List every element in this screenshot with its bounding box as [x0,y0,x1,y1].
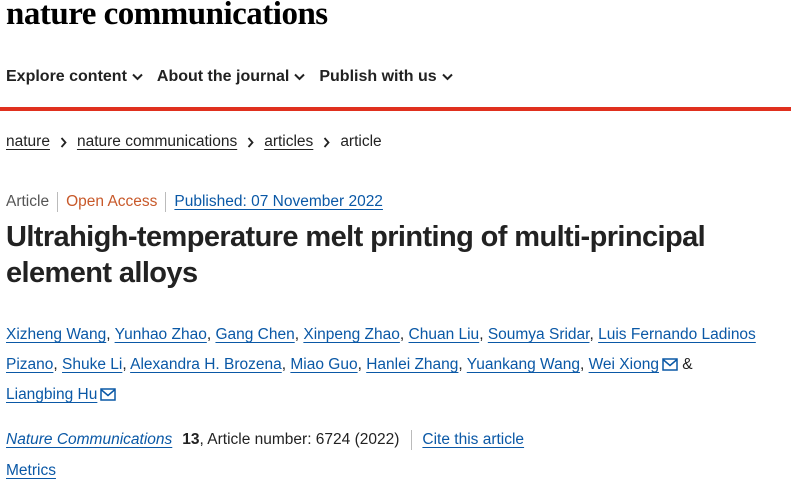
author-link[interactable]: Yunhao Zhao [115,326,207,343]
author-link[interactable]: Wei Xiong [589,356,659,373]
breadcrumb: nature nature communications articles ar… [6,133,382,151]
chevron-right-icon [60,136,67,148]
chevron-down-icon [132,73,143,81]
author-link[interactable]: Shuke Li [62,356,122,373]
header-divider [0,107,791,111]
nav-item-label: Publish with us [319,68,437,85]
breadcrumb-nature[interactable]: nature [6,133,50,151]
cite-divider [411,430,413,450]
meta-divider [57,192,59,212]
author-link[interactable]: Xinpeng Zhao [303,326,400,343]
author-link[interactable]: Yuankang Wang [467,356,580,373]
article-title: Ultrahigh-temperature melt printing of m… [6,221,706,289]
citation-line: Nature Communications 13 , Article numbe… [6,430,524,450]
article-type: Article [6,193,50,210]
author-link[interactable]: Chuan Liu [409,326,480,343]
author-link[interactable]: Soumya Sridar [488,326,590,343]
author-link[interactable]: Alexandra H. Brozena [130,356,282,373]
open-access-label: Open Access [66,193,158,210]
breadcrumb-articles[interactable]: articles [264,133,313,151]
author-link[interactable]: Xizheng Wang [6,326,106,343]
author-link[interactable]: Liangbing Hu [6,386,97,403]
meta-divider [165,192,167,212]
author-joiner: & [682,356,693,373]
chevron-down-icon [441,73,453,81]
nav-about-journal[interactable]: About the journal [156,68,306,86]
breadcrumb-nature-communications[interactable]: nature communications [77,133,237,151]
author-link[interactable]: Hanlei Zhang [366,356,458,373]
mail-icon[interactable] [100,388,117,401]
mail-icon[interactable] [662,358,678,371]
nav-explore-content[interactable]: Explore content [6,68,143,86]
chevron-down-icon [294,73,306,81]
metrics-link[interactable]: Metrics [6,462,56,480]
cite-this-article-link[interactable]: Cite this article [422,431,524,449]
volume-number: 13 [182,431,200,448]
article-number: , Article number: 6724 (2022) [199,431,400,448]
author-list: Xizheng Wang, Yunhao Zhao, Gang Chen, Xi… [6,326,756,403]
published-date-link[interactable]: Published: 07 November 2022 [174,193,383,211]
author-link[interactable]: Gang Chen [215,326,294,343]
nav-item-label: About the journal [156,68,290,85]
nav-item-label: Explore content [6,68,127,85]
author-link[interactable]: Miao Guo [290,356,357,373]
chevron-right-icon [247,136,254,148]
nav-publish-with-us[interactable]: Publish with us [319,68,453,86]
site-logo[interactable]: nature communications [6,0,328,33]
journal-link[interactable]: Nature Communications [6,431,172,449]
article-meta: Article Open Access Published: 07 Novemb… [6,192,383,212]
main-nav: Explore content About the journal Publis… [6,68,453,86]
chevron-right-icon [323,136,331,148]
breadcrumb-current: article [340,133,382,150]
